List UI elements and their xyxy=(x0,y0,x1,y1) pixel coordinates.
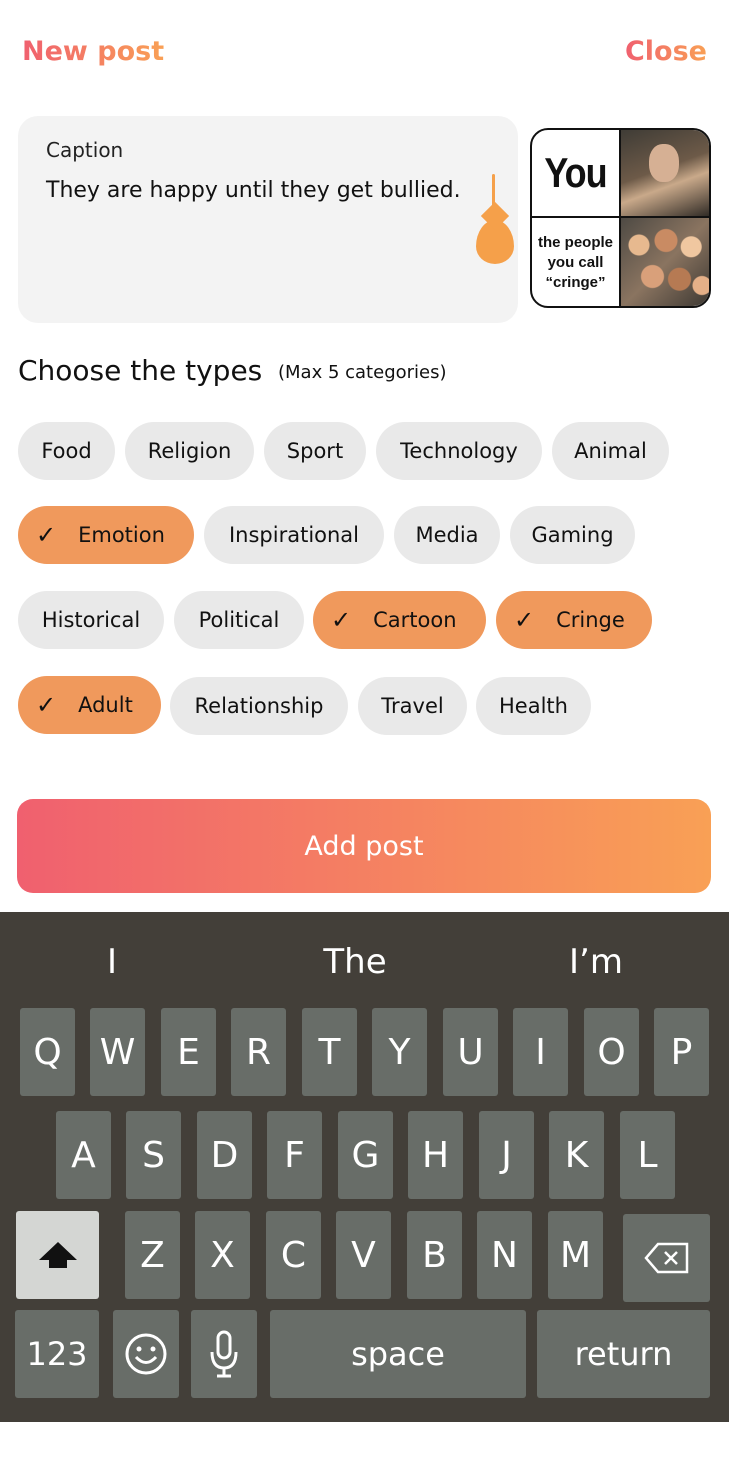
chip-label: Cartoon xyxy=(373,608,457,632)
chip-adult[interactable]: ✓ Adult xyxy=(18,676,161,734)
key-l[interactable]: L xyxy=(620,1111,675,1199)
chip-label: Cringe xyxy=(556,608,625,632)
key-d[interactable]: D xyxy=(197,1111,252,1199)
chip-label: Political xyxy=(198,608,280,632)
key-b[interactable]: B xyxy=(407,1211,462,1299)
chip-health[interactable]: ✓Health xyxy=(476,677,591,735)
key-g[interactable]: G xyxy=(338,1111,393,1199)
chip-label: Animal xyxy=(574,439,647,463)
chip-label: Adult xyxy=(78,693,133,717)
types-heading: Choose the types xyxy=(18,354,263,387)
chip-label: Religion xyxy=(147,439,232,463)
key-s[interactable]: S xyxy=(126,1111,181,1199)
key-a[interactable]: A xyxy=(56,1111,111,1199)
add-post-button[interactable]: Add post xyxy=(17,799,711,893)
caption-input[interactable]: They are happy until they get bullied. xyxy=(46,178,461,203)
key-j[interactable]: J xyxy=(479,1111,534,1199)
key-e[interactable]: E xyxy=(161,1008,216,1096)
suggestion-1[interactable]: I xyxy=(42,942,182,982)
backspace-icon xyxy=(643,1242,688,1274)
chip-animal[interactable]: ✓Animal xyxy=(552,422,669,480)
key-n[interactable]: N xyxy=(477,1211,532,1299)
chip-cringe[interactable]: ✓ Cringe xyxy=(496,591,652,649)
key-q[interactable]: Q xyxy=(20,1008,75,1096)
chip-label: Media xyxy=(415,523,479,547)
suggestion-2[interactable]: The xyxy=(285,942,425,982)
meme-top-text-cell: You xyxy=(532,130,621,218)
key-c[interactable]: C xyxy=(266,1211,321,1299)
chip-gaming[interactable]: ✓Gaming xyxy=(510,506,635,564)
chip-label: Health xyxy=(499,694,568,718)
post-image-thumbnail[interactable]: You the people you call “cringe” xyxy=(530,128,711,308)
key-f[interactable]: F xyxy=(267,1111,322,1199)
backspace-key[interactable] xyxy=(623,1214,710,1302)
meme-photo-group xyxy=(621,218,709,306)
key-r[interactable]: R xyxy=(231,1008,286,1096)
chip-media[interactable]: ✓Media xyxy=(394,506,500,564)
meme-bottom-text-cell: the people you call “cringe” xyxy=(532,218,621,306)
page-title: New post xyxy=(22,36,165,67)
top-bar: New post Close xyxy=(0,0,729,100)
suggestion-3[interactable]: I’m xyxy=(526,942,666,982)
caption-field[interactable]: Caption They are happy until they get bu… xyxy=(18,116,518,323)
chip-historical[interactable]: ✓Historical xyxy=(18,591,164,649)
emoji-key[interactable] xyxy=(113,1310,179,1398)
check-icon: ✓ xyxy=(36,691,57,719)
check-icon: ✓ xyxy=(36,521,57,549)
check-icon: ✓ xyxy=(514,606,535,634)
chip-inspirational[interactable]: ✓Inspirational xyxy=(204,506,384,564)
key-v[interactable]: V xyxy=(336,1211,391,1299)
emoji-icon xyxy=(125,1333,167,1375)
microphone-icon xyxy=(210,1330,238,1378)
shift-key[interactable] xyxy=(16,1211,99,1299)
shift-arrow-icon xyxy=(38,1242,77,1268)
key-y[interactable]: Y xyxy=(372,1008,427,1096)
key-z[interactable]: Z xyxy=(125,1211,180,1299)
chip-label: Technology xyxy=(400,439,518,463)
key-o[interactable]: O xyxy=(584,1008,639,1096)
types-subheading: (Max 5 categories) xyxy=(278,362,447,383)
chip-travel[interactable]: ✓Travel xyxy=(358,677,467,735)
chip-label: Inspirational xyxy=(228,523,360,547)
meme-photo-man xyxy=(621,130,709,218)
chip-label: Travel xyxy=(381,694,444,718)
meme-bottom-line: “cringe” xyxy=(545,274,606,291)
chip-sport[interactable]: ✓Sport xyxy=(264,422,366,480)
chip-cartoon[interactable]: ✓ Cartoon xyxy=(313,591,486,649)
numbers-key[interactable]: 123 xyxy=(15,1310,99,1398)
chip-relationship[interactable]: ✓Relationship xyxy=(170,677,348,735)
chip-label: Food xyxy=(41,439,92,463)
meme-bottom-line: you call xyxy=(547,254,604,271)
chip-religion[interactable]: ✓Religion xyxy=(125,422,254,480)
chip-label: Relationship xyxy=(194,694,324,718)
on-screen-keyboard: I The I’m Q W E R T Y U I O P A S D F G … xyxy=(0,912,729,1422)
chip-political[interactable]: ✓Political xyxy=(174,591,304,649)
return-key[interactable]: return xyxy=(537,1310,710,1398)
meme-top-text: You xyxy=(544,148,607,196)
chip-label: Emotion xyxy=(78,523,165,547)
caption-label: Caption xyxy=(46,138,124,162)
check-icon: ✓ xyxy=(331,606,352,634)
chip-label: Gaming xyxy=(531,523,614,547)
key-k[interactable]: K xyxy=(549,1111,604,1199)
close-button[interactable]: Close xyxy=(625,36,707,67)
key-h[interactable]: H xyxy=(408,1111,463,1199)
microphone-key[interactable] xyxy=(191,1310,257,1398)
chip-label: Sport xyxy=(286,439,344,463)
chip-food[interactable]: ✓Food xyxy=(18,422,115,480)
space-key[interactable]: space xyxy=(270,1310,526,1398)
chip-emotion[interactable]: ✓ Emotion xyxy=(18,506,194,564)
key-x[interactable]: X xyxy=(195,1211,250,1299)
key-t[interactable]: T xyxy=(302,1008,357,1096)
chip-label: Historical xyxy=(41,608,141,632)
key-m[interactable]: M xyxy=(548,1211,603,1299)
meme-bottom-text: the people you call “cringe” xyxy=(538,233,613,293)
key-p[interactable]: P xyxy=(654,1008,709,1096)
key-u[interactable]: U xyxy=(443,1008,498,1096)
cursor-handle[interactable] xyxy=(476,220,514,264)
key-w[interactable]: W xyxy=(90,1008,145,1096)
chip-technology[interactable]: ✓Technology xyxy=(376,422,542,480)
meme-bottom-line: the people xyxy=(537,234,613,251)
key-i[interactable]: I xyxy=(513,1008,568,1096)
